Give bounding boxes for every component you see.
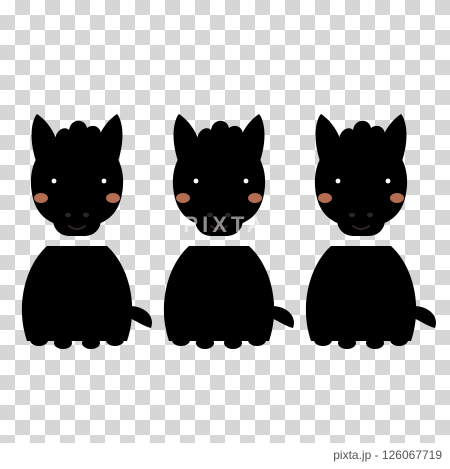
watermark-text: PIXTA (183, 212, 267, 237)
footer-bar: pixta.jp - 126067719 (0, 443, 450, 469)
footer-image-id: pixta.jp - 126067719 (333, 448, 442, 462)
